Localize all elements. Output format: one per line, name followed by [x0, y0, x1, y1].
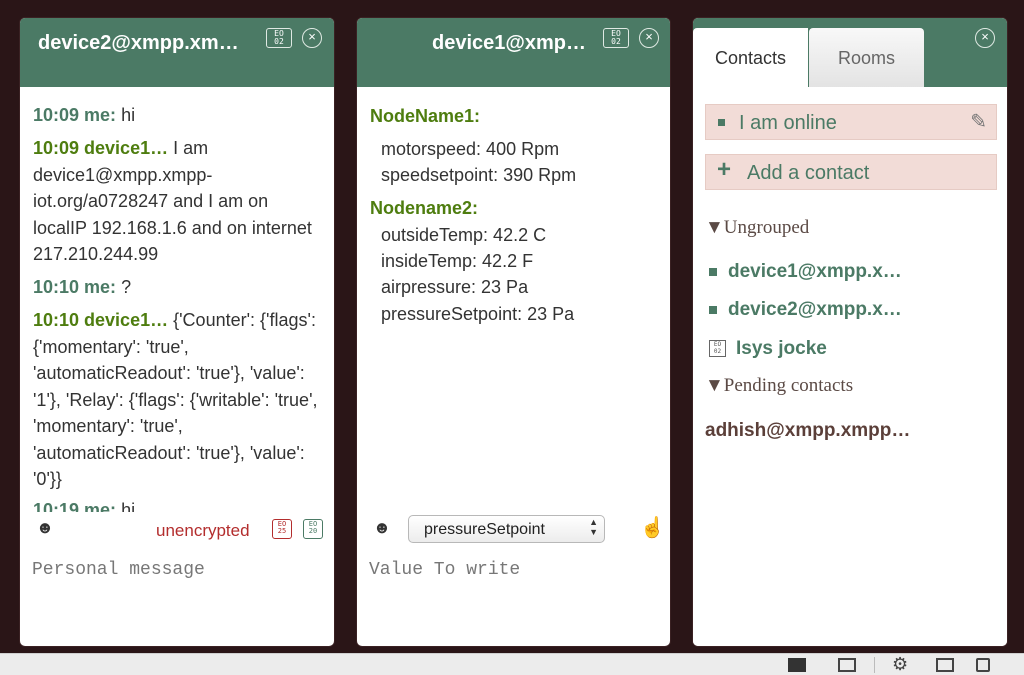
- screen-icon[interactable]: [788, 658, 806, 672]
- chat-message: 10:10 device1… {'Counter': {'flags': {'m…: [33, 307, 320, 493]
- pencil-icon[interactable]: ✎: [970, 109, 987, 134]
- plus-icon: +: [717, 156, 732, 183]
- contact-name: Isys jocke: [736, 338, 827, 359]
- pending-contact[interactable]: adhish@xmpp.xmpp…: [705, 420, 910, 442]
- message-sender: 10:10 device1…: [33, 310, 169, 330]
- qr-code-icon[interactable]: EO 20: [303, 519, 323, 539]
- status-text: I am online: [739, 112, 837, 134]
- device-icon[interactable]: [976, 658, 990, 672]
- message-sender: 10:09 device1…: [33, 138, 169, 158]
- close-icon[interactable]: ×: [639, 28, 659, 48]
- message-list: 10:09 me: hi 10:09 device1… I am device1…: [20, 87, 334, 512]
- chat-message: 10:10 me: ?: [33, 274, 320, 301]
- message-sender: 10:10 me:: [33, 277, 117, 297]
- hand-pointer-icon[interactable]: ☝: [640, 515, 665, 540]
- tab-contacts[interactable]: Contacts: [693, 28, 808, 88]
- node-field: pressureSetpoint: 23 Pa: [381, 304, 575, 324]
- close-icon[interactable]: ×: [975, 28, 995, 48]
- field-select[interactable]: pressureSetpoint ▲ ▼: [408, 515, 605, 543]
- presence-status[interactable]: I am online ✎: [705, 104, 997, 140]
- node-title: NodeName1:: [370, 106, 481, 126]
- tab-rooms[interactable]: Rooms: [809, 28, 924, 88]
- message-text: {'Counter': {'flags': {'momentary': 'tru…: [33, 310, 318, 489]
- group-header-ungrouped[interactable]: ▼Ungrouped: [705, 217, 809, 239]
- toolbar-separator: [874, 657, 875, 673]
- value-to-write-input[interactable]: [369, 558, 659, 582]
- chat-title: device2@xmpp.xm…: [38, 32, 239, 54]
- add-contact-button[interactable]: + Add a contact: [705, 154, 997, 190]
- chat-message: 10:09 device1… I am device1@xmpp.xmpp-io…: [33, 135, 320, 268]
- add-contact-label: Add a contact: [747, 162, 870, 184]
- chat-window-device1: device1@xmp… EO 02 × NodeName1: motorspee…: [357, 18, 670, 646]
- online-status-icon: [709, 305, 717, 314]
- emoticon-icon[interactable]: ☻: [373, 518, 391, 538]
- status-square-icon: [718, 119, 725, 126]
- node-field: speedsetpoint: 390 Rpm: [381, 165, 577, 185]
- node-field: outsideTemp: 42.2 C: [381, 225, 547, 245]
- chat-message: 10:09 me: hi: [33, 102, 320, 129]
- encryption-key-icon[interactable]: EO 25: [272, 519, 292, 539]
- gear-icon[interactable]: ⚙: [892, 654, 908, 675]
- message-text: hi: [121, 500, 136, 512]
- node-field: airpressure: 23 Pa: [381, 277, 529, 297]
- roster-panel: Contacts Rooms × I am online ✎ + Add a c…: [693, 18, 1007, 646]
- contact-name: device1@xmpp.x…: [728, 261, 902, 282]
- chat-message: 10:19 me: hi: [33, 497, 320, 512]
- message-sender: 10:09 me:: [33, 105, 117, 125]
- encryption-status[interactable]: unencrypted: [156, 521, 250, 541]
- close-icon[interactable]: ×: [302, 28, 322, 48]
- node-title: Nodename2:: [370, 198, 479, 218]
- chat-window-device2: device2@xmpp.xm… EO 02 × 10:09 me: hi 10:…: [20, 18, 334, 646]
- message-text: hi: [121, 105, 136, 125]
- online-status-icon: [709, 267, 717, 276]
- group-header-pending[interactable]: ▼Pending contacts: [705, 375, 853, 397]
- message-sender: 10:19 me:: [33, 500, 117, 512]
- chat-header[interactable]: device1@xmp… EO 02 ×: [357, 18, 670, 87]
- node-field: insideTemp: 42.2 F: [381, 251, 534, 271]
- chat-toolbar: ☻ unencrypted EO 25 EO 20: [20, 512, 334, 548]
- field-select-value: pressureSetpoint: [424, 521, 545, 538]
- qr-code-icon: EO 02: [709, 340, 726, 358]
- chat-header[interactable]: device2@xmpp.xm… EO 02 ×: [20, 18, 334, 87]
- qr-code-icon[interactable]: EO 02: [603, 28, 629, 48]
- bottom-toolbar: ⚙: [0, 653, 1024, 675]
- contact-name: device2@xmpp.x…: [728, 299, 902, 320]
- emoticon-icon[interactable]: ☻: [36, 518, 54, 538]
- qr-code-icon[interactable]: EO 02: [266, 28, 292, 48]
- chat-title: device1@xmp…: [431, 32, 586, 54]
- message-text: ?: [121, 277, 132, 297]
- contact-item[interactable]: device1@xmpp.x…: [709, 261, 902, 283]
- dock-side-icon[interactable]: [936, 658, 954, 672]
- roster-header: Contacts Rooms ×: [693, 18, 1007, 88]
- node-field: motorspeed: 400 Rpm: [381, 139, 560, 159]
- personal-message-input[interactable]: [32, 558, 322, 582]
- contact-item[interactable]: EO 02 Isys jocke: [709, 338, 827, 360]
- contact-item[interactable]: device2@xmpp.x…: [709, 299, 902, 321]
- qr-code-icon[interactable]: [838, 658, 856, 672]
- select-arrows-icon: ▲ ▼: [589, 517, 598, 537]
